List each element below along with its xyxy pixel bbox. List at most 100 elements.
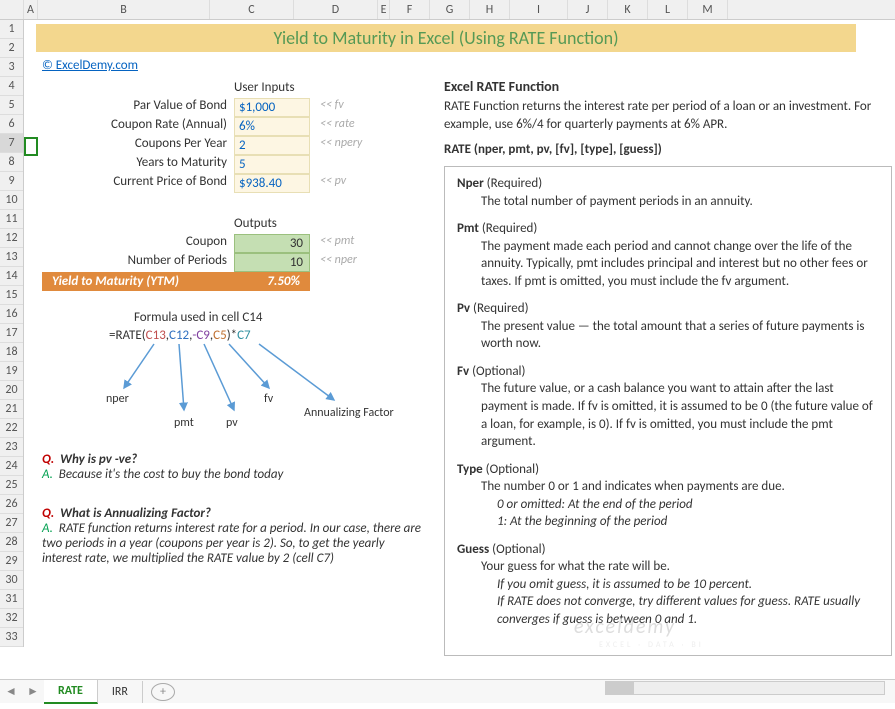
add-sheet-button[interactable]: +	[151, 683, 175, 701]
watermark-sub: EXCEL · DATA · BI	[599, 640, 704, 650]
page-title: Yield to Maturity in Excel (Using RATE F…	[36, 24, 856, 52]
input-hint-0: << fv	[320, 98, 344, 112]
row-header-32[interactable]: 32	[0, 609, 23, 628]
row-header-19[interactable]: 19	[0, 362, 23, 381]
output-hint-0: << pmt	[320, 234, 354, 248]
row-header-12[interactable]: 12	[0, 229, 23, 248]
row-header-28[interactable]: 28	[0, 533, 23, 552]
col-header-K[interactable]: K	[608, 0, 648, 19]
row-header-17[interactable]: 17	[0, 324, 23, 343]
col-header-L[interactable]: L	[648, 0, 688, 19]
row-header-24[interactable]: 24	[0, 457, 23, 476]
ytm-value: 7.50%	[234, 274, 310, 289]
row-header-29[interactable]: 29	[0, 552, 23, 571]
ytm-label: Yield to Maturity (YTM)	[42, 274, 234, 289]
input-cell-4[interactable]: $938.40	[234, 174, 310, 193]
selected-cell-indicator	[24, 137, 38, 156]
outputs-header: Outputs	[234, 216, 277, 231]
row-header-10[interactable]: 10	[0, 191, 23, 210]
param-pv: Pv (Required) The present value — the to…	[457, 300, 879, 353]
param-type: Type (Optional) The number 0 or 1 and in…	[457, 461, 879, 531]
sheet-tabs: ◄ ► RATE IRR +	[0, 679, 895, 703]
rate-function-desc: RATE Function returns the interest rate …	[444, 98, 884, 133]
input-label-3: Years to Maturity	[42, 155, 227, 170]
qa-block-1: Q. Why is pv -ve? A. Because it's the co…	[42, 452, 422, 482]
col-header-B[interactable]: B	[38, 0, 210, 19]
row-header-5[interactable]: 5	[0, 96, 23, 115]
row-header-1[interactable]: 1	[0, 20, 23, 39]
input-cell-1[interactable]: 6%	[234, 117, 310, 136]
rate-function-signature: RATE (nper, pmt, pv, [fv], [type], [gues…	[444, 142, 662, 157]
row-header-18[interactable]: 18	[0, 343, 23, 362]
row-header-15[interactable]: 15	[0, 286, 23, 305]
rate-function-header: Excel RATE Function	[444, 78, 559, 95]
col-header-D[interactable]: D	[294, 0, 378, 19]
row-header-7[interactable]: 7	[0, 134, 23, 153]
arrow-label-annualizing: Annualizing Factor	[304, 406, 394, 420]
rate-params-box: Nper (Required) The total number of paym…	[444, 166, 892, 656]
col-header-M[interactable]: M	[688, 0, 728, 19]
row-header-26[interactable]: 26	[0, 495, 23, 514]
row-header-21[interactable]: 21	[0, 400, 23, 419]
arrow-label-nper: nper	[106, 392, 129, 406]
row-header-23[interactable]: 23	[0, 438, 23, 457]
param-nper: Nper (Required) The total number of paym…	[457, 175, 879, 210]
col-header-J[interactable]: J	[568, 0, 608, 19]
row-header-27[interactable]: 27	[0, 514, 23, 533]
col-header-A[interactable]: A	[24, 0, 38, 19]
col-header-H[interactable]: H	[470, 0, 510, 19]
row-header-6[interactable]: 6	[0, 115, 23, 134]
output-label-1: Number of Periods	[42, 253, 227, 268]
formula-header: Formula used in cell C14	[134, 310, 262, 325]
row-header-33[interactable]: 33	[0, 628, 23, 647]
input-hint-1: << rate	[320, 117, 355, 131]
row-header-14[interactable]: 14	[0, 267, 23, 286]
output-hint-1: << nper	[320, 253, 357, 267]
input-cell-3[interactable]: 5	[234, 155, 310, 174]
output-label-0: Coupon	[42, 234, 227, 249]
row-header-8[interactable]: 8	[0, 153, 23, 172]
row-header-16[interactable]: 16	[0, 305, 23, 324]
row-header-22[interactable]: 22	[0, 419, 23, 438]
row-header-30[interactable]: 30	[0, 571, 23, 590]
col-header-E[interactable]: E	[378, 0, 390, 19]
horizontal-scrollbar[interactable]	[605, 681, 885, 695]
input-label-0: Par Value of Bond	[42, 98, 227, 113]
row-header-20[interactable]: 20	[0, 381, 23, 400]
exceldemy-link[interactable]: © ExcelDemy.com	[42, 58, 138, 73]
tab-rate[interactable]: RATE	[44, 680, 98, 704]
param-fv: Fv (Optional) The future value, or a cas…	[457, 363, 879, 451]
watermark: exceldemy	[574, 615, 676, 639]
row-header-31[interactable]: 31	[0, 590, 23, 609]
row-header-11[interactable]: 11	[0, 210, 23, 229]
arrow-label-pv: pv	[226, 416, 238, 430]
ytm-row: Yield to Maturity (YTM) 7.50%	[42, 272, 310, 291]
row-header-4[interactable]: 4	[0, 77, 23, 96]
arrow-label-pmt: pmt	[174, 416, 194, 430]
col-header-C[interactable]: C	[210, 0, 294, 19]
output-cell-1: 10	[234, 253, 310, 272]
input-cell-2[interactable]: 2	[234, 136, 310, 155]
tab-nav-next-icon[interactable]: ►	[22, 684, 44, 699]
row-headers: 1234567891011121314151617181920212223242…	[0, 20, 24, 647]
worksheet-area: Yield to Maturity in Excel (Using RATE F…	[24, 20, 895, 679]
output-cell-0: 30	[234, 234, 310, 253]
col-header-G[interactable]: G	[430, 0, 470, 19]
row-header-2[interactable]: 2	[0, 39, 23, 58]
column-headers: ABCDEFGHIJKLM	[0, 0, 895, 20]
row-header-13[interactable]: 13	[0, 248, 23, 267]
col-header-I[interactable]: I	[510, 0, 568, 19]
qa-block-2: Q. What is Annualizing Factor? A. RATE f…	[42, 506, 422, 566]
row-header-9[interactable]: 9	[0, 172, 23, 191]
row-header-25[interactable]: 25	[0, 476, 23, 495]
input-cell-0[interactable]: $1,000	[234, 98, 310, 117]
param-pmt: Pmt (Required) The payment made each per…	[457, 220, 879, 290]
input-hint-4: << pv	[320, 174, 346, 188]
row-header-3[interactable]: 3	[0, 58, 23, 77]
input-hint-2: << npery	[320, 136, 362, 150]
tab-irr[interactable]: IRR	[98, 681, 143, 703]
col-header-F[interactable]: F	[390, 0, 430, 19]
input-label-4: Current Price of Bond	[42, 174, 227, 189]
tab-nav-prev-icon[interactable]: ◄	[0, 684, 22, 699]
user-inputs-header: User Inputs	[234, 80, 295, 95]
